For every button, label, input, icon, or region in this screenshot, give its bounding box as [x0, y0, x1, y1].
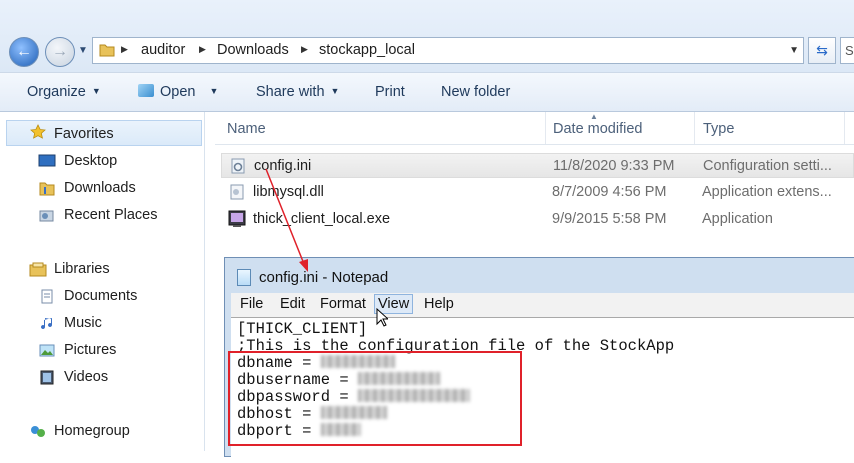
- column-divider[interactable]: [545, 112, 546, 144]
- folder-icon: [99, 44, 115, 57]
- column-header-date[interactable]: Date modified: [553, 121, 642, 137]
- file-name: config.ini: [254, 158, 312, 174]
- refresh-button[interactable]: ⇆: [808, 37, 836, 64]
- file-name: libmysql.dll: [253, 184, 324, 200]
- documents-icon: [41, 289, 53, 304]
- address-bar: ← → ▼ ▶ auditor ▶ Downloads ▶ stockapp_l…: [0, 0, 854, 72]
- sidebar-item-music[interactable]: Music: [64, 315, 102, 331]
- file-name: thick_client_local.exe: [253, 211, 391, 227]
- breadcrumb[interactable]: ▶ auditor ▶ Downloads ▶ stockapp_local ▼: [92, 37, 804, 64]
- menu-help[interactable]: Help: [421, 296, 457, 312]
- sidebar-item-documents[interactable]: Documents: [64, 288, 137, 304]
- file-type: Application: [702, 211, 773, 227]
- open-app-icon: [138, 84, 154, 97]
- organize-label: Organize: [27, 84, 86, 100]
- column-header-row: ▲ Name Date modified Type: [215, 112, 854, 145]
- chevron-down-icon[interactable]: ▼: [789, 45, 799, 56]
- navigation-pane: Favorites Desktop Downloads Recent Place…: [0, 112, 205, 451]
- back-button[interactable]: ←: [9, 37, 39, 67]
- sidebar-item-favorites[interactable]: Favorites: [54, 126, 114, 142]
- search-input[interactable]: S: [840, 37, 854, 64]
- share-with-button[interactable]: Share with ▼: [256, 84, 339, 100]
- chevron-down-icon: ▼: [91, 86, 101, 96]
- sidebar-item-homegroup[interactable]: Homegroup: [54, 423, 130, 439]
- config-file-icon: [231, 158, 245, 174]
- videos-icon: [40, 370, 54, 385]
- downloads-folder-icon: [39, 182, 55, 196]
- share-with-label: Share with: [256, 84, 325, 100]
- sidebar-item-desktop[interactable]: Desktop: [64, 153, 117, 169]
- desktop-icon: [38, 154, 56, 167]
- menu-format[interactable]: Format: [317, 296, 369, 312]
- column-divider[interactable]: [694, 112, 695, 144]
- breadcrumb-downloads[interactable]: Downloads: [217, 42, 289, 58]
- chevron-down-icon: ▼: [209, 86, 219, 96]
- file-date: 9/9/2015 5:58 PM: [552, 211, 667, 227]
- sidebar-item-downloads[interactable]: Downloads: [64, 180, 136, 196]
- new-folder-button[interactable]: New folder: [441, 84, 510, 100]
- sidebar-item-libraries[interactable]: Libraries: [54, 261, 110, 277]
- menu-edit[interactable]: Edit: [277, 296, 308, 312]
- chevron-right-icon[interactable]: ▶: [301, 44, 308, 55]
- breadcrumb-stockapp-local[interactable]: stockapp_local: [319, 42, 415, 58]
- forward-button[interactable]: →: [45, 37, 75, 67]
- text-line: [THICK_CLIENT]: [237, 321, 367, 338]
- file-row-thick-client[interactable]: thick_client_local.exe 9/9/2015 5:58 PM …: [221, 207, 854, 232]
- star-icon: [30, 124, 46, 139]
- text-line-content: [THICK_CLIENT]: [237, 320, 368, 338]
- application-icon: [228, 210, 246, 227]
- organize-button[interactable]: Organize ▼: [27, 84, 101, 100]
- file-date: 11/8/2020 9:33 PM: [553, 158, 675, 174]
- chevron-down-icon: ▼: [330, 86, 340, 96]
- file-type: Application extens...: [702, 184, 832, 200]
- music-icon: [41, 318, 53, 330]
- recent-places-icon: [39, 210, 54, 222]
- breadcrumb-auditor[interactable]: auditor: [141, 42, 185, 58]
- highlight-box: [228, 351, 522, 446]
- file-row-config[interactable]: config.ini 11/8/2020 9:33 PM Configurati…: [221, 153, 854, 178]
- file-row-libmysql[interactable]: libmysql.dll 8/7/2009 4:56 PM Applicatio…: [221, 180, 854, 205]
- sidebar-item-recent-places[interactable]: Recent Places: [64, 207, 158, 223]
- sidebar-item-videos[interactable]: Videos: [64, 369, 108, 385]
- open-button[interactable]: Open ▼: [138, 84, 218, 100]
- chevron-right-icon[interactable]: ▶: [121, 44, 128, 55]
- column-divider[interactable]: [844, 112, 845, 144]
- libraries-icon: [29, 262, 47, 277]
- recent-pages-dropdown[interactable]: ▼: [78, 45, 88, 56]
- file-type: Configuration setti...: [703, 158, 832, 174]
- file-date: 8/7/2009 4:56 PM: [552, 184, 667, 200]
- command-toolbar: Organize ▼ Open ▼ Share with ▼ Print New fo…: [0, 72, 854, 112]
- dll-file-icon: [230, 184, 244, 200]
- window-title: config.ini - Notepad: [259, 269, 389, 286]
- print-button[interactable]: Print: [375, 84, 405, 100]
- sort-ascending-icon: ▲: [590, 112, 598, 121]
- menu-file[interactable]: File: [237, 296, 266, 312]
- mouse-cursor-icon: [376, 308, 388, 327]
- column-header-name[interactable]: Name: [227, 121, 266, 137]
- open-label: Open: [160, 84, 196, 100]
- pictures-icon: [39, 344, 55, 357]
- notepad-icon: [237, 269, 251, 286]
- chevron-right-icon[interactable]: ▶: [199, 44, 206, 55]
- sidebar-item-pictures[interactable]: Pictures: [64, 342, 116, 358]
- homegroup-icon: [31, 426, 45, 437]
- column-header-type[interactable]: Type: [703, 121, 734, 137]
- menu-bar: File Edit Format View Help: [231, 293, 854, 317]
